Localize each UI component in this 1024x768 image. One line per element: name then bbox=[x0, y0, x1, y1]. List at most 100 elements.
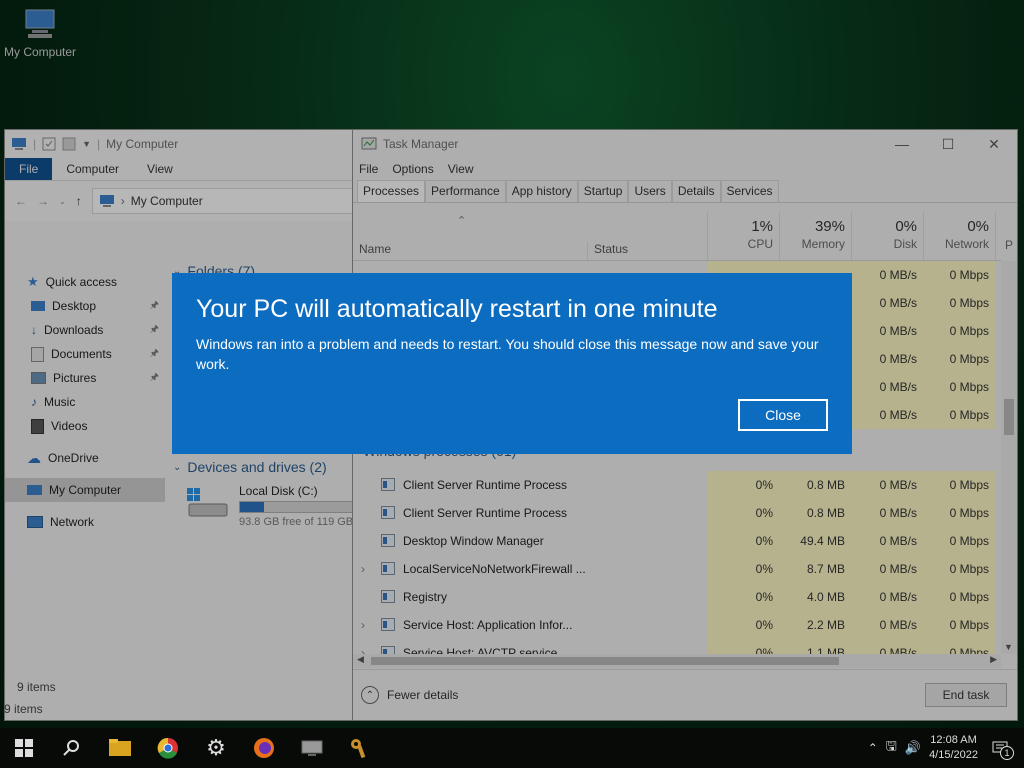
chevron-right-icon[interactable]: › bbox=[361, 611, 365, 639]
scroll-left-icon[interactable]: ◀ bbox=[357, 654, 364, 665]
documents-icon bbox=[31, 346, 44, 362]
process-name: LocalServiceNoNetworkFirewall ... bbox=[403, 562, 586, 576]
chevron-up-icon[interactable]: ⌃ bbox=[868, 741, 878, 755]
col-memory[interactable]: 39% Memory bbox=[779, 212, 851, 260]
chrome-icon[interactable] bbox=[144, 728, 192, 768]
chevron-right-icon[interactable]: › bbox=[361, 639, 365, 654]
table-row[interactable]: Client Server Runtime Process 0% 0.8 MB 0 M… bbox=[353, 471, 1001, 499]
ribbon-tab-computer[interactable]: Computer bbox=[52, 158, 133, 180]
address-bar[interactable]: › My Computer bbox=[91, 188, 357, 214]
process-icon bbox=[381, 590, 395, 603]
nav-desktop[interactable]: Desktop 🖈 bbox=[5, 294, 165, 318]
table-row[interactable]: Client Server Runtime Process 0% 0.8 MB 0 M… bbox=[353, 499, 1001, 527]
devices-group-header[interactable]: ⌄ Devices and drives (2) bbox=[171, 456, 357, 478]
nav-pictures[interactable]: Pictures 🖈 bbox=[5, 366, 165, 390]
col-cpu[interactable]: 1% CPU bbox=[707, 212, 779, 260]
pin-icon[interactable]: 🖈 bbox=[150, 346, 159, 363]
pin-icon[interactable]: 🖈 bbox=[150, 298, 159, 315]
end-task-button[interactable]: End task bbox=[925, 683, 1007, 707]
table-row[interactable]: › LocalServiceNoNetworkFirewall ... 0% 8.7 … bbox=[353, 555, 1001, 583]
tab-services[interactable]: Services bbox=[720, 180, 779, 202]
volume-icon[interactable]: 🔊 bbox=[905, 740, 921, 756]
settings-icon[interactable]: ⚙ bbox=[192, 728, 240, 768]
nav-label: Quick access bbox=[45, 275, 118, 289]
close-icon[interactable]: ✕ bbox=[971, 130, 1017, 158]
explorer-titlebar: | ▼ | My Computer bbox=[5, 130, 357, 158]
col-name[interactable]: Name bbox=[359, 242, 391, 256]
properties-icon[interactable] bbox=[42, 137, 56, 151]
network-icon[interactable]: 🖫 bbox=[886, 737, 897, 759]
restart-dialog: Your PC will automatically restart in on… bbox=[172, 273, 852, 454]
tab-app-history[interactable]: App history bbox=[505, 180, 578, 202]
table-row[interactable]: Desktop Window Manager 0% 49.4 MB 0 MB/s 0 M… bbox=[353, 527, 1001, 555]
table-row[interactable]: › Service Host: Application Infor... 0% 2.2… bbox=[353, 611, 1001, 639]
pin-icon[interactable]: 🖈 bbox=[150, 370, 159, 387]
close-button[interactable]: Close bbox=[738, 399, 828, 431]
search-icon[interactable] bbox=[48, 728, 96, 768]
nav-videos[interactable]: Videos bbox=[5, 414, 165, 438]
tab-startup[interactable]: Startup bbox=[577, 180, 629, 202]
nav-network[interactable]: Network bbox=[5, 510, 165, 534]
file-explorer-icon[interactable] bbox=[96, 728, 144, 768]
tab-performance[interactable]: Performance bbox=[425, 180, 506, 202]
start-icon[interactable] bbox=[0, 728, 48, 768]
nav-downloads[interactable]: ↓ Downloads 🖈 bbox=[5, 318, 165, 342]
nav-my-computer[interactable]: My Computer bbox=[5, 478, 165, 502]
col-power[interactable]: P bbox=[995, 212, 1015, 260]
vertical-scrollbar[interactable]: ▼ bbox=[1001, 261, 1017, 654]
col-status[interactable]: Status bbox=[587, 242, 628, 260]
network-cell: 0 Mbps bbox=[923, 471, 995, 499]
table-row[interactable]: Registry 0% 4.0 MB 0 MB/s 0 Mbps bbox=[353, 583, 1001, 611]
notification-icon[interactable]: 1 bbox=[986, 734, 1014, 762]
ribbon-tab-file[interactable]: File bbox=[5, 158, 53, 180]
network-cell: 0 Mbps bbox=[923, 499, 995, 527]
tab-details[interactable]: Details bbox=[671, 180, 721, 202]
process-name: Service Host: Application Infor... bbox=[403, 618, 573, 632]
ribbon-tab-view[interactable]: View bbox=[133, 158, 187, 180]
nav-quick-access[interactable]: ★ Quick access bbox=[5, 270, 165, 294]
computer-icon bbox=[99, 195, 114, 207]
new-folder-icon[interactable] bbox=[62, 137, 76, 151]
tab-users[interactable]: Users bbox=[628, 180, 672, 202]
back-arrow-icon[interactable]: ← bbox=[15, 194, 27, 208]
disk-cell: 0 MB/s bbox=[851, 317, 923, 345]
menu-options[interactable]: Options bbox=[392, 162, 433, 176]
scroll-right-icon[interactable]: ▶ bbox=[990, 654, 997, 665]
menu-file[interactable]: File bbox=[359, 162, 378, 176]
quick-access-dropdown-icon[interactable]: ▼ bbox=[82, 139, 91, 149]
nav-documents[interactable]: Documents 🖈 bbox=[5, 342, 165, 366]
menu-view[interactable]: View bbox=[448, 162, 474, 176]
table-row[interactable]: › Service Host: AVCTP service 0% 1.1 MB 0 MB… bbox=[353, 639, 1001, 654]
explorer-navbar: ← → ⌄ ↑ › My Computer bbox=[5, 181, 357, 221]
desktop-my-computer[interactable]: My Computer bbox=[2, 8, 78, 59]
network-cell: 0 Mbps bbox=[923, 373, 995, 401]
network-cell: 0 Mbps bbox=[923, 261, 995, 289]
disk-cell: 0 MB/s bbox=[851, 471, 923, 499]
clock[interactable]: 12:08 AM 4/15/2022 bbox=[929, 733, 978, 763]
nav-onedrive[interactable]: ☁ OneDrive bbox=[5, 446, 165, 470]
minimize-icon[interactable]: — bbox=[879, 130, 925, 158]
scroll-down-icon[interactable]: ▼ bbox=[1004, 642, 1013, 652]
recent-dropdown-icon[interactable]: ⌄ bbox=[59, 197, 66, 206]
tab-processes[interactable]: Processes bbox=[357, 180, 426, 202]
explorer-title: My Computer bbox=[106, 137, 179, 151]
network-icon bbox=[27, 516, 43, 528]
nav-label: Videos bbox=[51, 419, 88, 433]
drive-usage-bar bbox=[239, 501, 357, 513]
maximize-icon[interactable]: ☐ bbox=[925, 130, 971, 158]
memory-cell: 49.4 MB bbox=[779, 527, 851, 555]
pin-icon[interactable]: 🖈 bbox=[150, 322, 159, 339]
local-disk-c[interactable]: Local Disk (C:) 93.8 GB free of 119 GB bbox=[185, 484, 357, 528]
horizontal-scrollbar[interactable]: ◀ ▶ bbox=[353, 654, 1001, 668]
fewer-details-button[interactable]: ⌃ Fewer details bbox=[353, 686, 458, 704]
col-network[interactable]: 0% Network bbox=[923, 212, 995, 260]
forward-arrow-icon[interactable]: → bbox=[37, 194, 49, 208]
up-arrow-icon[interactable]: ↑ bbox=[76, 194, 82, 208]
firefox-icon[interactable] bbox=[240, 728, 288, 768]
col-disk[interactable]: 0% Disk bbox=[851, 212, 923, 260]
keys-icon[interactable] bbox=[336, 728, 384, 768]
nav-music[interactable]: ♪ Music bbox=[5, 390, 165, 414]
network-drive-icon[interactable] bbox=[288, 728, 336, 768]
disk-cell: 0 MB/s bbox=[851, 499, 923, 527]
chevron-right-icon[interactable]: › bbox=[361, 555, 365, 583]
